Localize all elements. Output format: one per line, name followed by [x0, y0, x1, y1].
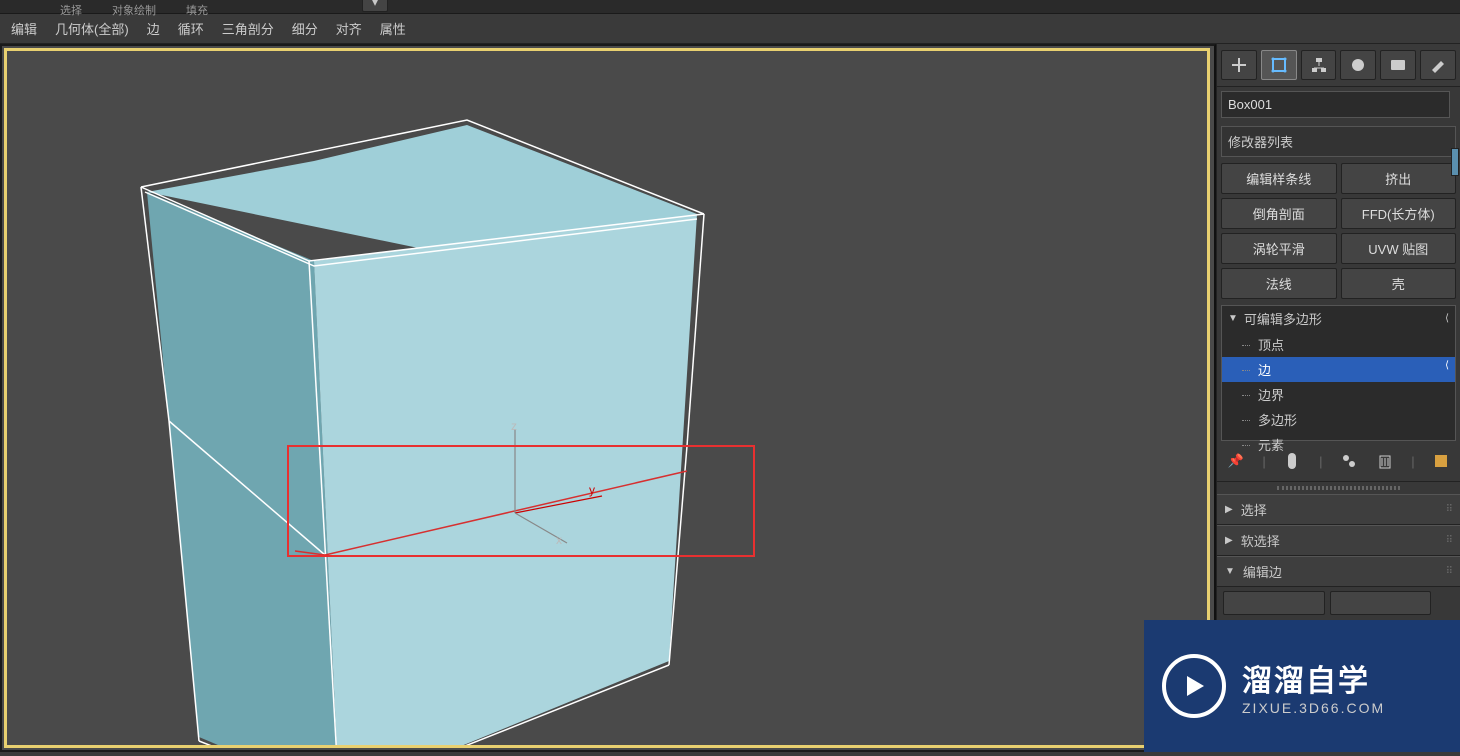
- subobj-edge[interactable]: 边 ⟨: [1222, 357, 1455, 382]
- cube-wireframe: [7, 51, 1207, 745]
- edit-btn-blank1[interactable]: [1223, 591, 1325, 615]
- object-color-swatch[interactable]: [1451, 148, 1459, 176]
- stack-header-label: 可编辑多边形: [1244, 309, 1322, 328]
- subobj-polygon[interactable]: 多边形: [1222, 407, 1455, 432]
- mod-bevel-profile[interactable]: 倒角剖面: [1221, 198, 1337, 229]
- ribbon-edit[interactable]: 编辑: [2, 14, 46, 43]
- gizmo-x-label: x: [556, 533, 562, 547]
- mod-ffd-box[interactable]: FFD(长方体): [1341, 198, 1457, 229]
- ribbon-subdivide[interactable]: 细分: [283, 14, 327, 43]
- tab-create-icon[interactable]: [1221, 50, 1257, 80]
- triangle-down-icon: ▼: [1225, 566, 1235, 577]
- mod-shell[interactable]: 壳: [1341, 268, 1457, 299]
- mod-extrude[interactable]: 挤出: [1341, 163, 1457, 194]
- rollout-selection: ▶ 选择 ⠿: [1217, 494, 1460, 525]
- stack-item-expand-icon: ⟨: [1445, 360, 1449, 371]
- ribbon-dropdown-icon[interactable]: ▾: [362, 0, 388, 12]
- ribbon-align[interactable]: 对齐: [327, 14, 371, 43]
- tab-utilities-icon[interactable]: [1420, 50, 1456, 80]
- watermark-play-icon: [1162, 654, 1226, 718]
- ribbon-triangulate[interactable]: 三角剖分: [213, 14, 283, 43]
- modifier-list-dropdown[interactable]: 修改器列表: [1221, 126, 1456, 157]
- triangle-right-icon: ▶: [1225, 535, 1233, 546]
- stack-expand-icon[interactable]: ⟨: [1445, 313, 1449, 324]
- tab-display-icon[interactable]: [1380, 50, 1416, 80]
- ribbon-loop[interactable]: 循环: [169, 14, 213, 43]
- triangle-down-icon: ▼: [1228, 313, 1238, 324]
- watermark: 溜溜自学 ZIXUE.3D66.COM: [1144, 620, 1460, 752]
- viewport-perspective[interactable]: z y x: [0, 44, 1216, 752]
- stack-editable-poly[interactable]: ▼ 可编辑多边形 ⟨: [1222, 306, 1455, 332]
- triangle-right-icon: ▶: [1225, 504, 1233, 515]
- rollout-soft-selection-header[interactable]: ▶ 软选择 ⠿: [1217, 526, 1460, 556]
- tab-hierarchy-icon[interactable]: [1301, 50, 1337, 80]
- ribbon-properties[interactable]: 属性: [371, 14, 415, 43]
- gizmo-z-label: z: [511, 419, 517, 433]
- mod-uvw-map[interactable]: UVW 贴图: [1341, 233, 1457, 264]
- modifier-buttons: 编辑样条线 挤出 倒角剖面 FFD(长方体) 涡轮平滑 UVW 贴图 法线 壳: [1217, 163, 1460, 305]
- subobj-border[interactable]: 边界: [1222, 382, 1455, 407]
- menu-object-paint[interactable]: 对象绘制: [112, 2, 156, 11]
- rollout-soft-selection: ▶ 软选择 ⠿: [1217, 525, 1460, 556]
- object-name-field[interactable]: [1221, 91, 1450, 118]
- panel-tabs: [1217, 44, 1460, 87]
- ribbon-edge[interactable]: 边: [138, 14, 169, 43]
- ribbon-geometry-all[interactable]: 几何体(全部): [46, 14, 138, 43]
- subobj-element[interactable]: 元素: [1222, 432, 1455, 457]
- mod-turbosmooth[interactable]: 涡轮平滑: [1221, 233, 1337, 264]
- subobj-vertex[interactable]: 顶点: [1222, 332, 1455, 357]
- rollout-selection-header[interactable]: ▶ 选择 ⠿: [1217, 495, 1460, 525]
- tab-motion-icon[interactable]: [1340, 50, 1376, 80]
- modifier-stack[interactable]: ▼ 可编辑多边形 ⟨ 顶点 边 ⟨ 边界 多边形 元素: [1221, 305, 1456, 441]
- menu-fill[interactable]: 填充: [186, 2, 208, 11]
- edit-btn-blank2[interactable]: [1330, 591, 1432, 615]
- tab-modify-icon[interactable]: [1261, 50, 1297, 80]
- rollout-edit-edge-header[interactable]: ▼ 编辑边 ⠿: [1217, 557, 1460, 587]
- mod-edit-spline[interactable]: 编辑样条线: [1221, 163, 1337, 194]
- menu-select[interactable]: 选择: [60, 2, 82, 11]
- watermark-title: 溜溜自学: [1242, 656, 1385, 700]
- gizmo-y-label: y: [589, 483, 595, 497]
- panel-resize-handle[interactable]: [1277, 486, 1400, 490]
- mod-normal[interactable]: 法线: [1221, 268, 1337, 299]
- watermark-url: ZIXUE.3D66.COM: [1242, 700, 1385, 716]
